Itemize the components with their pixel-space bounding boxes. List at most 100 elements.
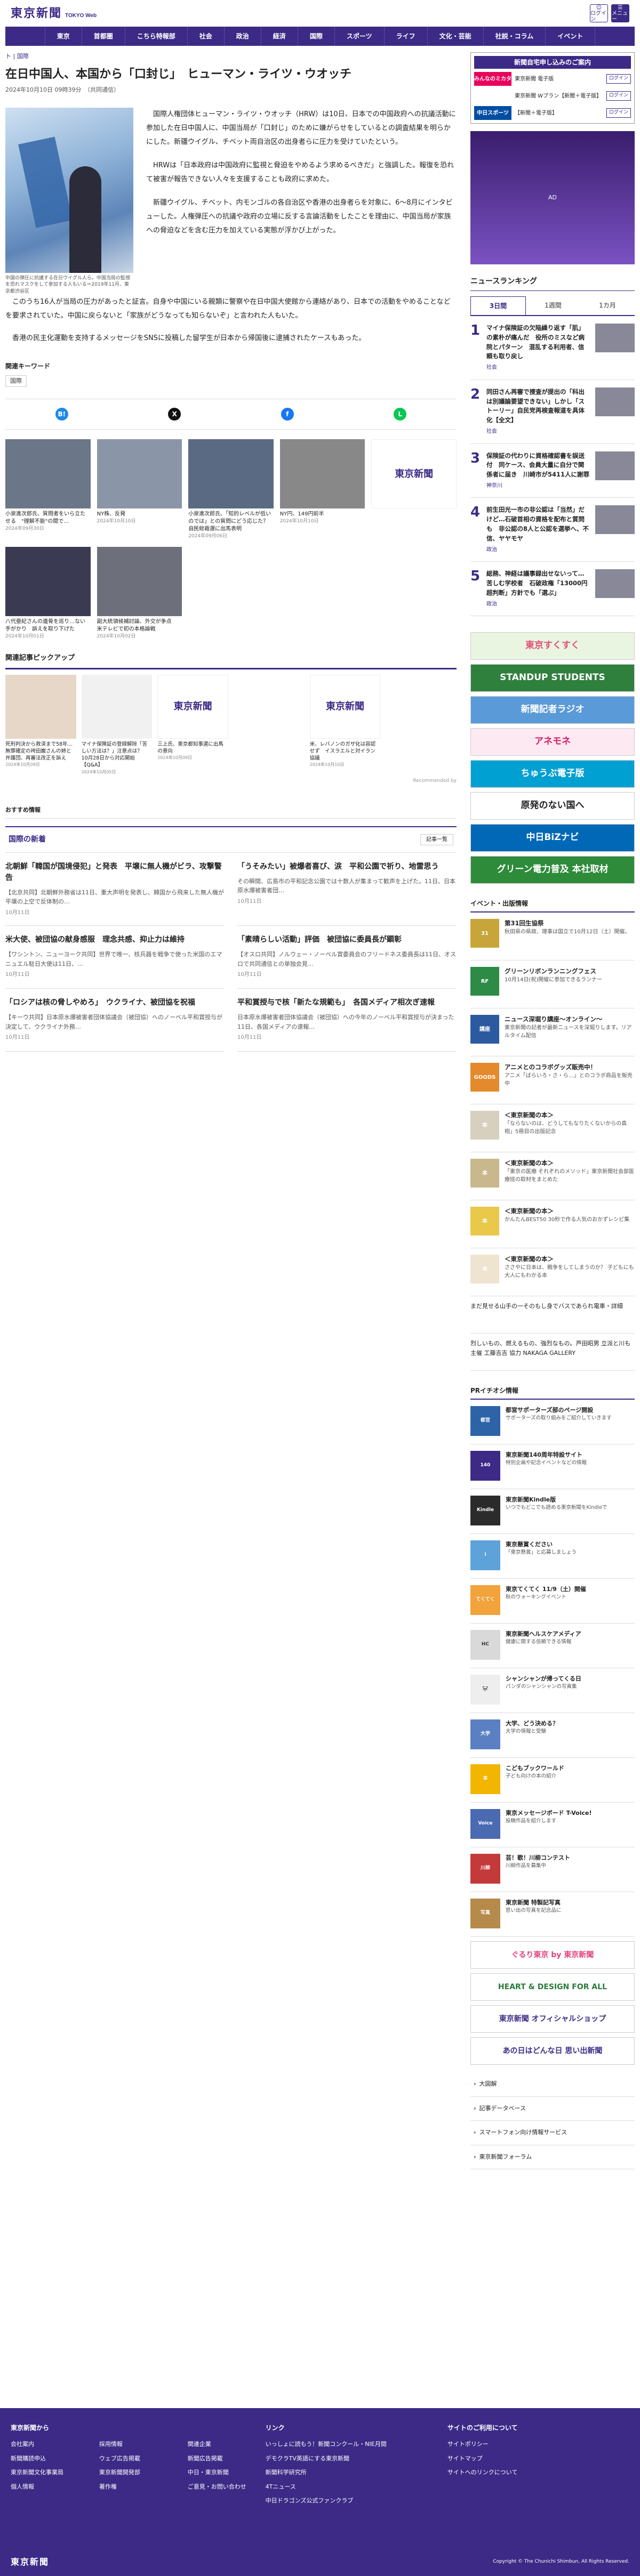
news-item[interactable]: 米大使、被団協の献身感服 理念共感、抑止力は維持 【ワシントン、ニューヨーク共同】… [5, 926, 225, 989]
pickup-card[interactable]: 死刑判決から救済まで58年…無罪確定の袴田巌さんの姉と弁護団、再審法改正を訴え 2… [5, 674, 76, 776]
pr-title[interactable]: シャンシャンが帰ってくる日 [506, 1675, 581, 1683]
nav-item[interactable]: こちら特報部 [125, 27, 188, 46]
pr-title[interactable]: 東京新聞140周年特設サイト [506, 1451, 587, 1459]
ranking-item[interactable]: 1 マイナ保険証の欠陥繰り返す「肌」の素朴が痛んだ 役所のミスなど病院とパターン … [470, 316, 635, 380]
footer-link[interactable]: 関連企業 [188, 2440, 266, 2449]
pickup-card[interactable]: マイナ保険証の登録解除「苦しい方法は？」注意点は？ 10月28日から対応開始【Q… [81, 674, 153, 776]
pr-image[interactable]: 都営 [470, 1406, 500, 1436]
news-title[interactable]: 北朝鮮「韓国が国境侵犯」と発表 平壌に無人機がビラ、攻撃警告 [5, 861, 225, 884]
pr-title[interactable]: 東京メッセージボード T-Voice! [506, 1809, 592, 1818]
pickup-title[interactable]: 米、レバノンのガザ化は容認せず イスラエルと対イラン協議 [310, 741, 381, 762]
rank-category[interactable]: 政治 [486, 600, 590, 609]
footer-link[interactable]: 東京新聞文化事業局 [11, 2468, 89, 2477]
event-image[interactable]: 本 [470, 1207, 499, 1236]
pr-title[interactable]: 都営サポーターズ部のページ開設 [506, 1406, 612, 1415]
event-title[interactable]: ＜東京新聞の本＞ [505, 1111, 635, 1120]
accordion-item[interactable]: スマートフォン向け情報サービス [470, 2121, 635, 2145]
rank-headline[interactable]: マイナ保険証の欠陥繰り返す「肌」の素朴が痛んだ 役所のミスなど病院とパターン 混… [486, 324, 585, 360]
breadcrumb-home[interactable]: ト [5, 53, 11, 60]
rank-thumbnail[interactable] [595, 387, 635, 416]
pr-title[interactable]: 東京てくてく 11/9（土）開催 [506, 1585, 586, 1594]
article-photo[interactable] [5, 107, 133, 273]
footer-link[interactable]: 個人情報 [11, 2483, 89, 2492]
event-title[interactable]: ＜東京新聞の本＞ [505, 1255, 635, 1264]
pr-title[interactable]: 東京新聞ヘルスケアメディア [506, 1630, 581, 1638]
nav-item[interactable]: 東京 [44, 27, 82, 46]
rank-text[interactable]: 保険証の代わりに資格確認書を誤送付 同ケース、会員大量に自分で関係者に届き 川崎… [486, 451, 590, 490]
pr-title[interactable]: 東京新聞 特製記写真 [506, 1899, 562, 1907]
pr-title[interactable]: 東京懸賞ください [506, 1540, 577, 1549]
rank-headline[interactable]: 前生田光一市の非公認は「当然」だけど…石破首相の資格を配布と質問も 非公認の8人… [486, 506, 589, 542]
nav-item[interactable]: 経済 [261, 27, 298, 46]
ad-login-button[interactable]: ログイン [606, 74, 631, 84]
event-image[interactable]: 31 [470, 919, 499, 948]
nav-item[interactable]: イベント [546, 27, 596, 46]
pr-image[interactable]: Kindle [470, 1496, 500, 1526]
ad-row[interactable]: 中日スポーツ 【新聞＋電子版】 ログイン [474, 106, 631, 120]
rank-text[interactable]: 総務、神経は議事録出せないって…苦しむ学校者 石破政権「13000円超判断」方針… [486, 569, 590, 608]
pickup-thumbnail[interactable] [234, 674, 305, 739]
related-card[interactable]: 小泉進次郎氏、質問者をいら立たせる "理解不能"の間で… 2024年09月30日 [5, 439, 91, 540]
pr-image[interactable]: Voice [470, 1809, 500, 1839]
news-title[interactable]: 平和賞授与で核「新たな規範も」 各国メディア相次ぎ速報 [237, 997, 457, 1008]
keyword-tag[interactable]: 国際 [5, 375, 27, 387]
related-title[interactable]: NY株、反発 [97, 511, 182, 518]
pr-title[interactable]: 芸！歌！川柳コンテスト [506, 1854, 570, 1862]
nav-item[interactable]: 社会 [188, 27, 225, 46]
pr-image[interactable]: HC [470, 1630, 500, 1660]
event-title[interactable]: ニュース深堀り講座〜オンライン〜 [505, 1015, 635, 1024]
side-banner[interactable]: 東京すくすく [470, 632, 635, 660]
side-banner[interactable]: グリーン電力普及 本社取材 [470, 856, 635, 884]
pr-item[interactable]: i 東京懸賞ください 「東京懸賞」と応募しましょう [470, 1534, 635, 1579]
news-item[interactable]: 「うそみたい」被爆者喜び、涙 平和公園で祈り、地雷思う その瞬間、広島市の平和記念… [237, 853, 457, 926]
footer-link[interactable]: 新聞広告掲載 [188, 2454, 266, 2464]
rank-headline[interactable]: 保険証の代わりに資格確認書を誤送付 同ケース、会員大量に自分で関係者に届き 川崎… [486, 452, 589, 479]
event-title[interactable]: グリーンリボンランニングフェス [505, 967, 602, 976]
side-banner[interactable]: STANDUP STUDENTS [470, 664, 635, 692]
side-banner[interactable]: 東京新聞 オフィシャルショップ [470, 2005, 635, 2033]
related-card[interactable]: 副大統領候補討論、外交が争点 米テレビで初の本格論戦 2024年10月02日 [97, 546, 182, 641]
ranking-tab[interactable]: 3日間 [470, 296, 526, 315]
ranking-tab[interactable]: 1カ月 [580, 296, 635, 315]
event-image[interactable]: 本 [470, 1159, 499, 1188]
pickup-title[interactable]: 死刑判決から救済まで58年…無罪確定の袴田巌さんの姉と弁護団、再審法改正を訴え [5, 741, 76, 762]
rank-headline[interactable]: 同田さん再審で捜査が提出の「科出は別議論要望できない」しかし「ストーリー」自民党… [486, 388, 585, 424]
related-title[interactable]: 副大統領候補討論、外交が争点 米テレビで初の本格論戦 [97, 618, 182, 633]
rank-headline[interactable]: 総務、神経は議事録出せないって…苦しむ学校者 石破政権「13000円超判断」方針… [486, 570, 588, 596]
related-thumbnail[interactable] [97, 439, 182, 509]
footer-link[interactable]: 著作権 [99, 2483, 177, 2492]
event-item[interactable]: 講座 ニュース深堀り講座〜オンライン〜 東京新聞の記者が最新ニュースを深堀りします。… [470, 1008, 635, 1057]
related-thumbnail[interactable]: 東京新聞 [371, 439, 457, 509]
side-banner[interactable]: HEART & DESIGN FOR ALL [470, 1973, 635, 2001]
rank-category[interactable]: 神奈川 [486, 482, 590, 490]
pr-title[interactable]: 東京新聞Kindle版 [506, 1496, 607, 1504]
related-title[interactable]: NY円、149円前半 [280, 511, 365, 518]
rank-text[interactable]: マイナ保険証の欠陥繰り返す「肌」の素朴が痛んだ 役所のミスなど病院とパターン 混… [486, 324, 590, 372]
event-title[interactable]: アニメとのコラボグッズ販売中！ [505, 1063, 635, 1072]
footer-link[interactable]: 採用情報 [99, 2440, 177, 2449]
pickup-title[interactable]: マイナ保険証の登録解除「苦しい方法は？」注意点は？ 10月28日から対応開始【Q… [82, 741, 153, 769]
pickup-thumbnail[interactable] [386, 674, 457, 739]
ad-login-button[interactable]: ログイン [606, 91, 631, 101]
ranking-item[interactable]: 5 総務、神経は議事録出せないって…苦しむ学校者 石破政権「13000円超判断」方… [470, 562, 635, 617]
nav-item[interactable]: 政治 [225, 27, 261, 46]
event-image[interactable]: 講座 [470, 1015, 499, 1044]
footer-link[interactable]: サイトへのリンクについて [447, 2468, 629, 2477]
pr-item[interactable]: 140 東京新聞140周年特設サイト 特別企画や記念イベントなどの情報 [470, 1444, 635, 1490]
news-item[interactable]: 北朝鮮「韓国が国境侵犯」と発表 平壌に無人機がビラ、攻撃警告 【北京共同】北朝鮮外… [5, 853, 225, 926]
accordion-item[interactable]: 記事データベース [470, 2097, 635, 2121]
event-image[interactable]: RF [470, 967, 499, 996]
related-thumbnail[interactable] [5, 439, 91, 509]
related-card[interactable]: 八代亜紀さんの遺骨を巡り…ない手がかり 訴えを取り下げた 2024年10月01日 [5, 546, 91, 641]
pr-image[interactable]: 本 [470, 1764, 500, 1795]
pickup-card[interactable] [234, 674, 305, 776]
pr-item[interactable]: 🐼 シャンシャンが帰ってくる日 パンダのシャンシャンの写真集 [470, 1668, 635, 1714]
side-banner[interactable]: ちゅうぶ電子版 [470, 760, 635, 788]
related-title[interactable]: 小泉進次郎氏、質問者をいら立たせる "理解不能"の間で… [5, 511, 91, 526]
side-banner[interactable]: 新聞記者ラジオ [470, 696, 635, 724]
footer-link[interactable]: サイトポリシー [447, 2440, 629, 2449]
related-card[interactable]: NY株、反発 2024年10月10日 [97, 439, 182, 540]
nav-item[interactable]: 首都圏 [82, 27, 125, 46]
side-banner[interactable]: 中日BiZナビ [470, 824, 635, 852]
pr-image[interactable]: i [470, 1540, 500, 1571]
